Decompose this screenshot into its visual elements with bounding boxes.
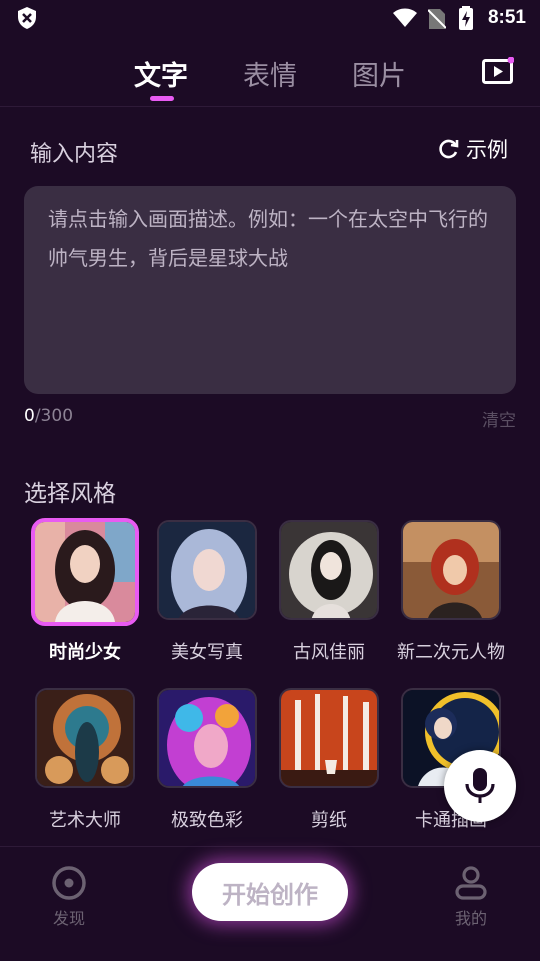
style-item-new-anime[interactable]: 新二次元人物 [391, 520, 511, 664]
new-anime-image [403, 522, 499, 618]
ancient-beauty-image [281, 522, 377, 618]
nav-mine-label: 我的 [454, 909, 487, 928]
vivid-color-image [159, 690, 255, 786]
example-label: 示例 [466, 138, 508, 162]
shield-icon [18, 7, 36, 29]
voice-input-button[interactable] [444, 750, 516, 822]
style-thumb-paper-cut [279, 688, 379, 788]
battery-charging-icon [459, 6, 473, 30]
start-create-button[interactable]: 开始创作 [192, 863, 348, 921]
style-label: 古风佳丽 [293, 642, 365, 663]
prompt-input-box [24, 186, 516, 394]
video-list-icon[interactable] [482, 57, 514, 85]
clear-button[interactable]: 清空 [482, 406, 516, 431]
bottom-nav: 发现 开始创作 我的 [0, 846, 540, 961]
microphone-icon [465, 768, 495, 803]
status-time: 8:51 [487, 7, 526, 28]
prompt-input[interactable] [24, 186, 516, 394]
profile-icon [455, 866, 487, 900]
nav-discover[interactable]: 发现 [34, 865, 104, 929]
style-thumb-art-master [35, 688, 135, 788]
top-tabs: 文字 表情 图片 [0, 44, 540, 107]
style-thumb-vivid-color [157, 688, 257, 788]
style-item-fashion-girl[interactable]: 时尚少女 [25, 518, 145, 664]
style-thumb-beauty-portrait [157, 520, 257, 620]
style-section-title: 选择风格 [24, 481, 116, 507]
active-tab-indicator [150, 96, 174, 101]
nav-discover-label: 发现 [52, 909, 85, 928]
style-thumb-new-anime [401, 520, 501, 620]
style-label: 极致色彩 [171, 810, 243, 831]
input-section-title: 输入内容 [30, 142, 119, 167]
wifi-icon [393, 8, 417, 27]
char-count-current: 0 [24, 406, 35, 426]
style-item-vivid-color[interactable]: 极致色彩 [147, 688, 267, 832]
style-thumb-fashion-girl [31, 518, 139, 626]
style-label: 新二次元人物 [397, 642, 505, 663]
style-label: 剪纸 [311, 810, 347, 831]
style-thumb-ancient-beauty [279, 520, 379, 620]
tab-emoji[interactable]: 表情 [243, 54, 297, 93]
style-label: 时尚少女 [49, 642, 121, 663]
status-bar: 8:51 [0, 0, 540, 36]
refresh-icon [439, 139, 459, 159]
no-sim-icon [428, 9, 446, 29]
style-item-art-master[interactable]: 艺术大师 [25, 688, 145, 832]
style-label: 艺术大师 [49, 810, 121, 831]
tab-image[interactable]: 图片 [352, 54, 406, 93]
art-master-image [37, 690, 133, 786]
nav-mine[interactable]: 我的 [436, 865, 506, 929]
style-label: 美女写真 [171, 642, 243, 663]
paper-cut-image [281, 690, 377, 786]
discover-icon [52, 866, 86, 900]
beauty-portrait-image [159, 522, 255, 618]
char-counter: 0/300 [24, 406, 73, 426]
style-item-beauty-portrait[interactable]: 美女写真 [147, 520, 267, 664]
fashion-girl-image [35, 522, 135, 622]
style-item-ancient-beauty[interactable]: 古风佳丽 [269, 520, 389, 664]
example-button[interactable]: 示例 [438, 136, 508, 162]
tab-text[interactable]: 文字 [134, 54, 188, 93]
char-count-max: /300 [34, 406, 74, 426]
style-item-paper-cut[interactable]: 剪纸 [269, 688, 389, 832]
